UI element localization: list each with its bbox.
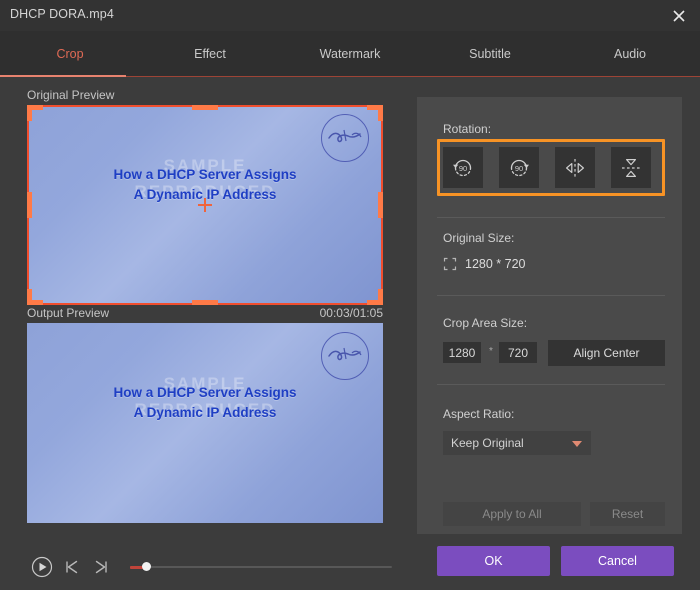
slider-track	[130, 566, 392, 568]
cancel-button[interactable]: Cancel	[561, 546, 674, 576]
svg-text:90: 90	[459, 164, 467, 173]
output-preview-label: Output Preview	[27, 306, 110, 320]
svg-text:90: 90	[515, 164, 523, 173]
divider	[437, 295, 665, 296]
tab-effect[interactable]: Effect	[140, 31, 280, 77]
video-sample-watermark: SAMPLE REPRODUCED	[134, 156, 276, 202]
divider	[437, 384, 665, 385]
previous-frame-button[interactable]	[63, 557, 81, 577]
title-bar: DHCP DORA.mp4	[0, 0, 700, 32]
previous-frame-icon	[66, 560, 78, 574]
aspect-ratio-label: Aspect Ratio:	[443, 407, 515, 421]
tab-crop[interactable]: Crop	[0, 31, 140, 77]
dimension-separator: *	[489, 346, 493, 357]
rotate-counterclockwise-button[interactable]: 90	[443, 147, 483, 188]
playback-progress-slider[interactable]	[130, 562, 392, 571]
signature-logo-icon	[328, 129, 362, 143]
rotate-counterclockwise-90-icon: 90	[453, 159, 472, 176]
flip-horizontal-button[interactable]	[555, 147, 595, 188]
chevron-down-icon	[572, 441, 582, 447]
window-title: DHCP DORA.mp4	[10, 7, 114, 21]
rotate-clockwise-button[interactable]: 90	[499, 147, 539, 188]
apply-to-all-button[interactable]: Apply to All	[443, 502, 581, 526]
crop-width-input[interactable]	[443, 342, 481, 363]
video-logo-badge	[321, 332, 369, 380]
resize-icon	[443, 257, 457, 271]
timestamp-label: 00:03/01:05	[319, 306, 383, 320]
align-center-button[interactable]: Align Center	[548, 340, 665, 366]
next-frame-button[interactable]	[92, 557, 110, 577]
crop-dialog: DHCP DORA.mp4 Crop Effect Watermark Subt…	[0, 0, 700, 590]
original-size-value: 1280 * 720	[465, 257, 526, 271]
slider-thumb[interactable]	[142, 562, 151, 571]
video-sample-watermark: SAMPLE REPRODUCED	[134, 374, 276, 420]
play-button[interactable]	[31, 556, 53, 578]
aspect-ratio-selected-value: Keep Original	[451, 436, 524, 450]
play-icon	[31, 556, 53, 578]
video-logo-badge	[321, 114, 369, 162]
tab-audio[interactable]: Audio	[560, 31, 700, 77]
output-preview-video: SAMPLE REPRODUCED How a DHCP Server Assi…	[27, 323, 383, 523]
video-title-text: How a DHCP Server Assigns A Dynamic IP A…	[113, 385, 297, 420]
original-preview-label: Original Preview	[27, 88, 115, 102]
crop-height-input[interactable]	[499, 342, 537, 363]
close-icon	[673, 9, 685, 22]
flip-vertical-icon	[622, 158, 640, 177]
close-button[interactable]	[662, 0, 696, 31]
preview-pane: Original Preview Output Preview 00:03/01…	[0, 78, 416, 590]
divider	[437, 217, 665, 218]
tab-bar: Crop Effect Watermark Subtitle Audio	[0, 31, 700, 77]
next-frame-icon	[95, 560, 107, 574]
crop-settings-panel: Rotation: 90 90 Original Size: 1280 * 72…	[417, 97, 682, 534]
flip-horizontal-icon	[566, 158, 584, 177]
original-size-row: 1280 * 720	[443, 257, 525, 271]
signature-logo-icon	[328, 347, 362, 361]
reset-button[interactable]: Reset	[590, 502, 665, 526]
crop-area-size-label: Crop Area Size:	[443, 316, 528, 330]
rotation-label: Rotation:	[443, 122, 492, 136]
flip-vertical-button[interactable]	[611, 147, 651, 188]
tab-active-indicator	[0, 75, 126, 77]
aspect-ratio-dropdown[interactable]: Keep Original	[443, 431, 591, 455]
tab-watermark[interactable]: Watermark	[280, 31, 420, 77]
original-size-label: Original Size:	[443, 231, 515, 245]
ok-button[interactable]: OK	[437, 546, 550, 576]
rotate-clockwise-90-icon: 90	[510, 159, 529, 176]
video-title-text: How a DHCP Server Assigns A Dynamic IP A…	[113, 167, 297, 202]
tab-subtitle[interactable]: Subtitle	[420, 31, 560, 77]
original-preview-video[interactable]: SAMPLE REPRODUCED How a DHCP Server Assi…	[27, 105, 383, 305]
